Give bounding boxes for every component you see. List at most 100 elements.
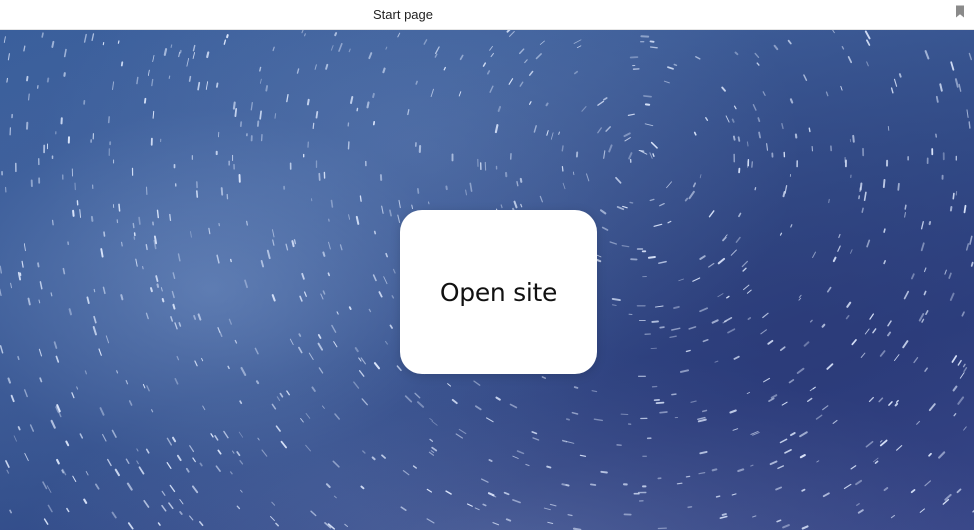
- star-streak: [911, 273, 915, 280]
- star-streak: [305, 413, 311, 419]
- star-streak: [573, 171, 575, 176]
- star-streak: [172, 303, 176, 310]
- star-streak: [330, 199, 334, 208]
- star-streak: [320, 293, 324, 300]
- star-streak: [893, 78, 898, 87]
- star-streak: [925, 310, 929, 316]
- star-streak: [535, 53, 542, 60]
- star-streak: [883, 228, 886, 233]
- star-streak: [790, 224, 793, 228]
- star-streak: [116, 370, 119, 374]
- star-streak: [126, 482, 133, 491]
- star-streak: [622, 205, 628, 209]
- star-streak: [565, 418, 570, 421]
- star-streak: [488, 458, 493, 463]
- star-streak: [266, 249, 271, 260]
- star-streak: [416, 401, 425, 408]
- star-streak: [539, 195, 544, 203]
- star-streak: [705, 116, 709, 122]
- star-streak: [171, 290, 175, 299]
- star-streak: [685, 349, 691, 353]
- star-streak: [458, 91, 462, 97]
- star-streak: [482, 503, 487, 507]
- star-streak: [271, 403, 277, 410]
- star-streak: [591, 390, 598, 393]
- star-streak: [99, 407, 105, 416]
- star-streak: [809, 319, 813, 323]
- star-streak: [344, 523, 349, 528]
- star-streak: [29, 424, 35, 432]
- star-streak: [68, 308, 72, 316]
- star-streak: [826, 363, 834, 370]
- open-site-button[interactable]: Open site: [400, 210, 597, 374]
- star-streak: [852, 134, 855, 143]
- star-streak: [206, 51, 210, 59]
- star-streak: [469, 182, 473, 192]
- star-streak: [38, 299, 41, 304]
- star-streak: [318, 367, 324, 374]
- star-streak: [571, 411, 579, 415]
- star-streak: [334, 413, 340, 420]
- star-streak: [459, 54, 464, 61]
- star-streak: [779, 232, 783, 236]
- star-streak: [789, 98, 794, 104]
- star-streak: [135, 258, 138, 267]
- star-streak: [966, 109, 969, 118]
- star-streak: [767, 339, 774, 345]
- star-streak: [296, 68, 300, 74]
- star-streak: [127, 522, 134, 530]
- star-streak: [699, 174, 702, 179]
- star-streak: [429, 417, 433, 422]
- star-streak: [10, 282, 12, 289]
- star-streak: [174, 377, 179, 385]
- star-streak: [898, 73, 902, 78]
- star-streak: [923, 290, 927, 296]
- star-streak: [962, 363, 966, 368]
- star-streak: [51, 40, 55, 48]
- star-streak: [519, 48, 525, 55]
- star-streak: [541, 376, 547, 379]
- star-streak: [887, 125, 890, 131]
- star-streak: [841, 46, 845, 50]
- star-streak: [616, 205, 625, 211]
- star-streak: [825, 91, 829, 97]
- star-streak: [383, 276, 388, 285]
- star-streak: [688, 190, 695, 200]
- star-streak: [240, 366, 247, 376]
- star-streak: [743, 284, 750, 291]
- star-streak: [697, 418, 707, 423]
- star-streak: [737, 468, 745, 473]
- star-streak: [516, 450, 525, 455]
- star-streak: [72, 209, 75, 217]
- star-streak: [695, 56, 701, 60]
- star-streak: [232, 101, 236, 110]
- star-streak: [565, 484, 570, 487]
- star-streak: [434, 46, 440, 55]
- star-streak: [92, 326, 97, 336]
- star-streak: [95, 483, 100, 490]
- bookmark-button[interactable]: [952, 5, 968, 23]
- star-streak: [397, 214, 401, 224]
- star-streak: [788, 379, 795, 384]
- star-streak: [72, 475, 77, 482]
- star-streak: [378, 291, 383, 298]
- star-streak: [305, 444, 311, 452]
- star-streak: [338, 43, 343, 52]
- star-streak: [864, 30, 871, 40]
- star-streak: [275, 522, 279, 527]
- star-streak: [650, 141, 658, 149]
- star-streak: [361, 398, 368, 406]
- star-streak: [226, 34, 229, 39]
- star-streak: [404, 395, 413, 403]
- star-streak: [494, 124, 499, 134]
- star-streak: [120, 294, 124, 301]
- star-streak: [826, 286, 832, 293]
- star-streak: [879, 440, 883, 443]
- star-streak: [136, 448, 139, 452]
- star-streak: [828, 198, 830, 204]
- star-streak: [685, 475, 691, 478]
- star-streak: [821, 323, 826, 328]
- star-streak: [752, 103, 757, 111]
- star-streak: [227, 365, 230, 370]
- star-streak: [43, 518, 49, 525]
